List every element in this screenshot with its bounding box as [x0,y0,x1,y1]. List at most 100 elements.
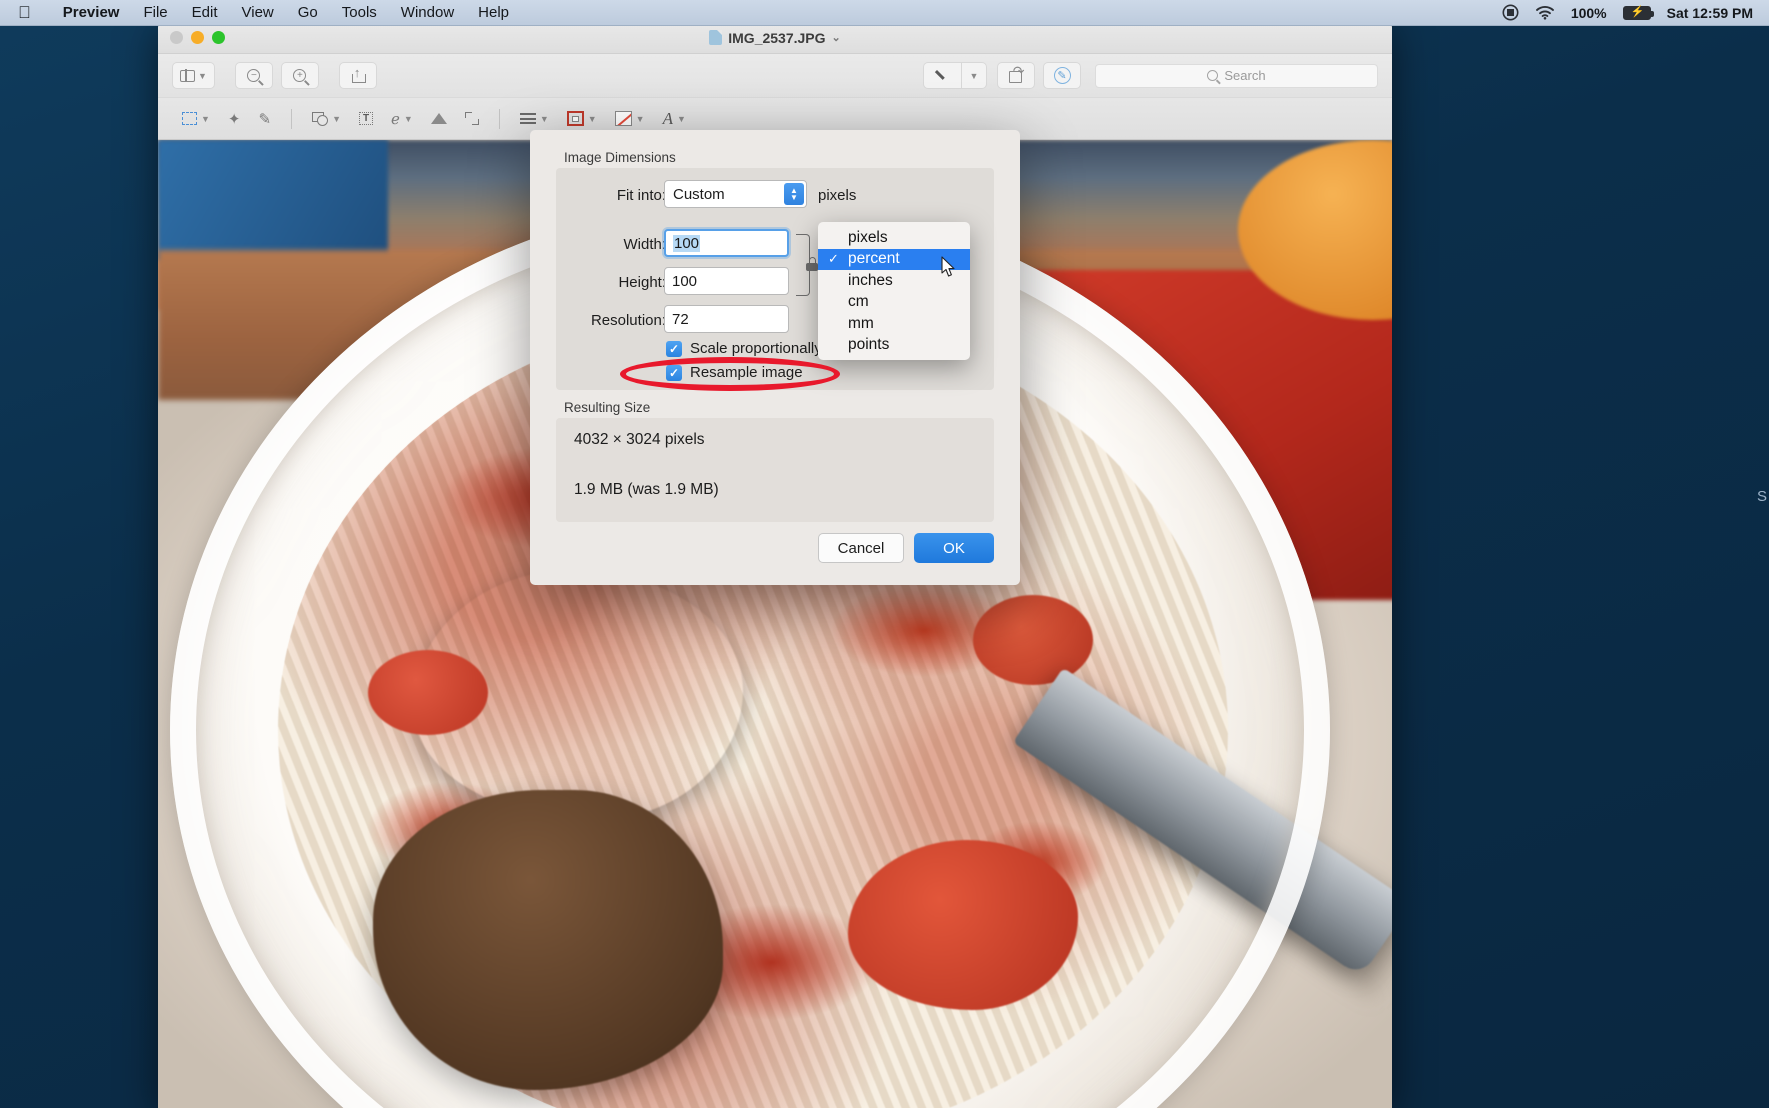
menu-item-file[interactable]: File [131,0,179,26]
resulting-filesize: 1.9 MB (was 1.9 MB) [574,481,719,498]
window-title-text: IMG_2537.JPG [728,29,826,46]
note-button[interactable] [425,106,453,132]
zoom-out-button[interactable]: − [234,62,273,89]
text-button[interactable]: T [353,106,379,132]
sketch-button[interactable]: ✎ [253,106,278,132]
chevron-down-icon: ▼ [587,113,597,124]
image-dimensions-label: Image Dimensions [564,150,676,165]
cancel-button[interactable]: Cancel [818,533,904,563]
resolution-label: Resolution: [590,312,666,329]
crop-button[interactable] [459,106,485,132]
menu-item-window[interactable]: Window [389,0,466,26]
menu-bar-status-area: 100% ⚡ Sat 12:59 PM [1502,4,1753,21]
fit-into-select[interactable]: Custom ▲ ▼ [664,180,807,208]
width-input[interactable]: 100 [664,229,789,257]
shape-style-button[interactable]: ▼ [514,106,555,132]
battery-charging-icon[interactable]: ⚡ [1622,5,1654,20]
dropdown-item-label: cm [848,293,869,311]
menu-item-go[interactable]: Go [286,0,330,26]
dropdown-item-mm[interactable]: mm [818,313,970,335]
menu-item-view[interactable]: View [230,0,286,26]
resample-image-label: Resample image [690,364,803,381]
chevron-down-icon[interactable]: ⌄ [832,31,841,44]
apple-logo-icon[interactable]:  [18,4,31,21]
dropdown-item-label: inches [848,271,893,289]
width-label: Width: [623,236,666,253]
sign-button[interactable]: ℯ ▼ [385,106,419,132]
chevron-down-icon: ▼ [676,113,686,124]
note-icon [430,113,447,124]
dropdown-item-points[interactable]: points [818,335,970,357]
dropdown-item-label: pixels [848,228,888,246]
height-input[interactable]: 100 [664,267,789,295]
sidebar-toggle-button[interactable]: ▼ [172,62,215,89]
resample-image-checkbox[interactable]: ✓ Resample image [666,364,803,381]
sidebar-group: ▼ [172,62,223,89]
menu-bar:  Preview File Edit View Go Tools Window… [0,0,1769,26]
shapes-button[interactable]: ▼ [306,106,347,132]
window-title-bar: IMG_2537.JPG ⌄ [158,22,1392,54]
dropdown-item-label: points [848,336,890,354]
toolbar-divider [498,108,500,129]
markup-options-button[interactable]: ▼ [961,62,987,89]
dropdown-item-pixels[interactable]: pixels [818,227,970,249]
units-dropdown-menu: pixels ✓ percent inches cm mm points [818,222,970,360]
chevron-down-icon: ▼ [201,113,210,124]
signature-icon: ℯ [391,110,400,128]
share-button[interactable] [338,62,377,89]
sketch-pen-icon: ✎ [258,110,272,128]
fill-color-button[interactable]: ▼ [609,106,651,132]
border-color-icon [566,111,584,126]
pen-icon [936,69,950,83]
window-title: IMG_2537.JPG ⌄ [158,30,1392,46]
width-value: 100 [673,234,701,252]
resolution-input[interactable]: 72 [664,305,789,333]
fit-into-value: Custom [673,185,725,203]
annotate-button[interactable]: ✎ [1043,62,1081,89]
share-group [338,62,385,89]
chevron-down-icon: ▼ [332,113,341,124]
menu-item-help[interactable]: Help [466,0,521,26]
jpeg-document-icon [709,30,723,45]
height-label: Height: [618,274,666,291]
ok-button[interactable]: OK [914,533,994,563]
height-value: 100 [672,272,698,290]
zoom-in-button[interactable]: + [280,62,319,89]
markup-toggle-button[interactable] [923,62,961,89]
share-icon [351,66,366,83]
menu-item-tools[interactable]: Tools [330,0,389,26]
dropdown-item-cm[interactable]: cm [818,292,970,314]
rectangular-selection-button[interactable]: ▼ [176,106,216,132]
chevron-down-icon: ▼ [403,113,413,124]
dropdown-item-label: percent [848,250,900,268]
rotate-left-button[interactable] [997,62,1035,89]
desktop-edge-text: S [1756,488,1767,505]
lock-icon [806,257,818,271]
rotate-left-icon [1008,65,1025,83]
fill-color-icon [614,111,632,126]
checkbox-checked-icon: ✓ [666,340,682,357]
border-color-button[interactable]: ▼ [561,106,603,132]
instant-alpha-button[interactable]: ✦ [222,106,247,132]
shapes-icon [312,112,329,126]
photo-blue-object [158,140,388,260]
menu-item-preview[interactable]: Preview [51,0,132,26]
rectangular-selection-icon [182,112,197,125]
wifi-icon[interactable] [1535,5,1555,20]
magnifier-minus-icon: − [247,69,261,82]
text-style-button[interactable]: A ▼ [657,106,692,132]
search-icon [1207,70,1219,81]
search-input[interactable]: Search [1095,63,1378,88]
menu-bar-clock[interactable]: Sat 12:59 PM [1667,5,1753,21]
scale-proportionally-checkbox[interactable]: ✓ Scale proportionally [666,340,822,357]
popup-arrows-icon: ▲ ▼ [784,183,804,205]
sidebar-icon [180,68,195,83]
chevron-down-icon: ▼ [539,113,549,124]
screen-record-icon[interactable] [1502,4,1519,21]
menu-item-edit[interactable]: Edit [180,0,230,26]
magic-wand-icon: ✦ [227,110,241,128]
dropdown-item-label: mm [848,314,874,332]
chevron-down-icon: ▼ [969,70,979,81]
chevron-down-icon: ▼ [635,113,645,124]
fit-into-unit-label: pixels [818,187,857,204]
